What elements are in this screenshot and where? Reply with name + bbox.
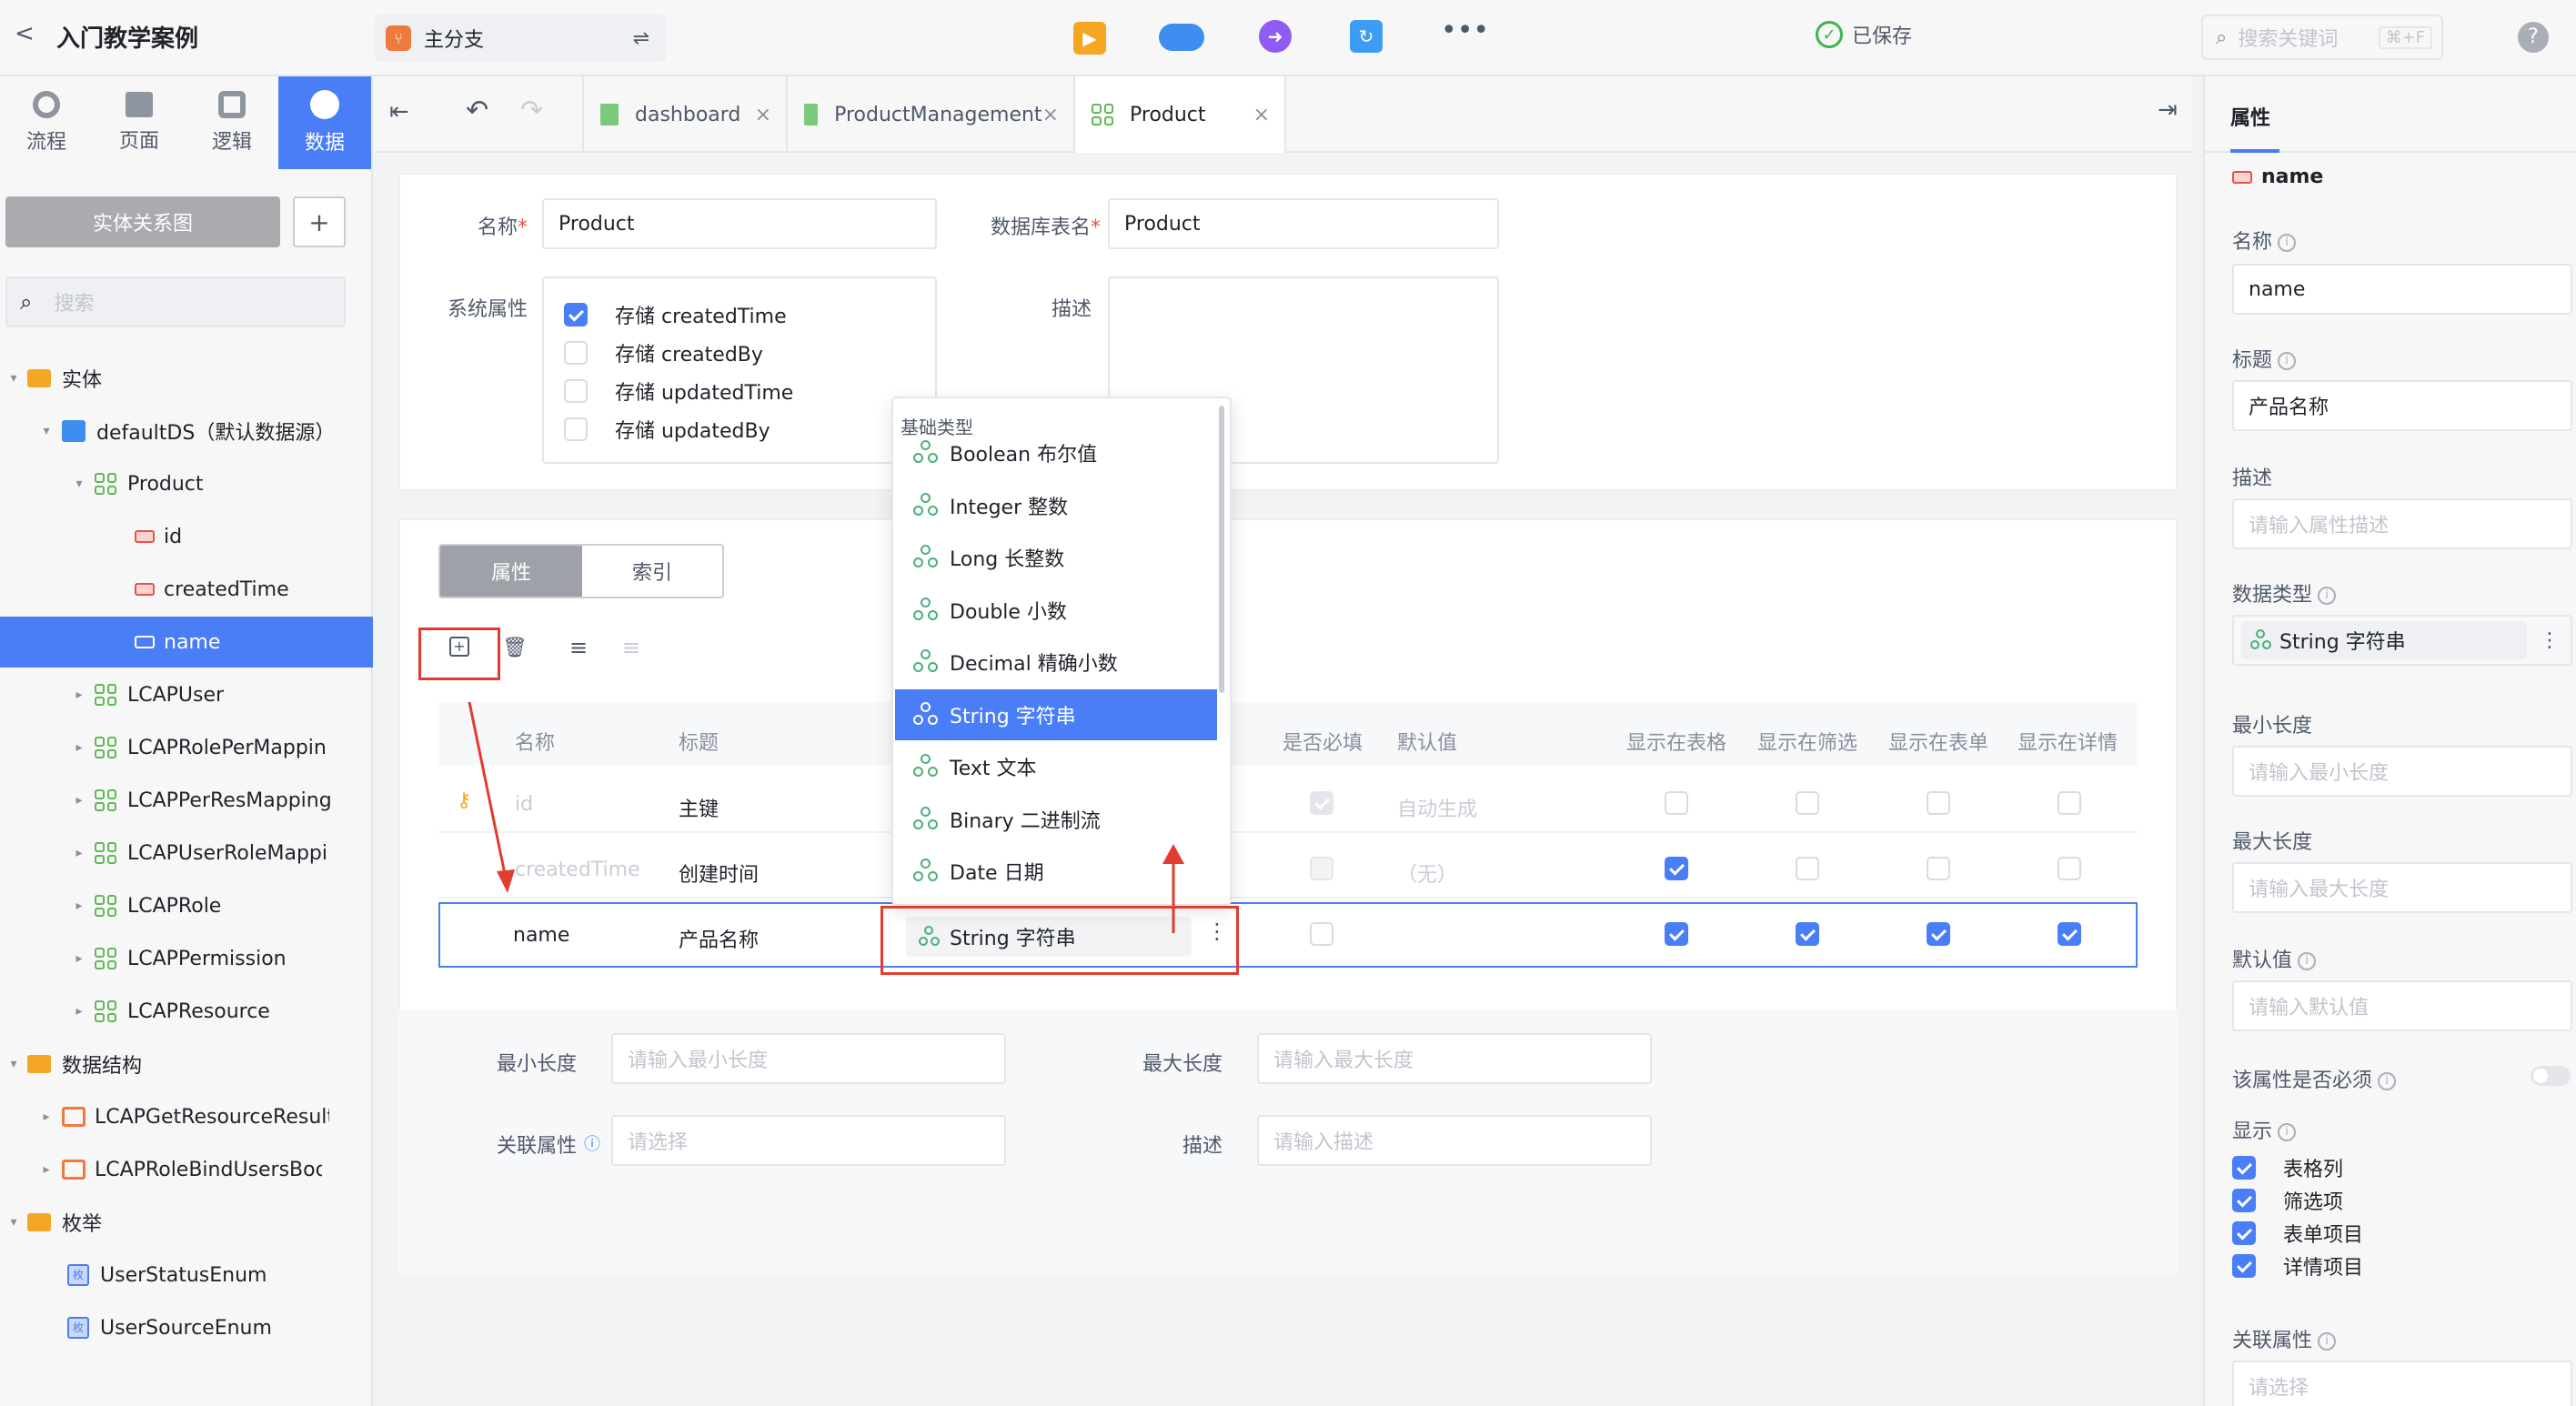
panel-relation-select[interactable]: 请选择: [2232, 1361, 2572, 1406]
more-vertical-icon[interactable]: ⋮: [2540, 629, 2560, 652]
panel-desc-label: 描述: [2232, 467, 2273, 490]
checkbox[interactable]: [2232, 1156, 2256, 1180]
display-option-filter[interactable]: 筛选项: [2232, 1186, 2343, 1215]
display-option-form[interactable]: 表单项目: [2232, 1219, 2363, 1248]
prop-name: name: [2261, 166, 2324, 188]
option-label: 详情项目: [2283, 1257, 2364, 1280]
panel-required-label: 该属性是否必须 i: [2232, 1064, 2397, 1093]
annotation-arrows: [468, 701, 1184, 933]
checkbox[interactable]: [2232, 1254, 2256, 1278]
option-label: 表单项目: [2283, 1224, 2364, 1247]
panel-title-input[interactable]: 产品名称: [2232, 380, 2572, 431]
panel-display-label: 显示 i: [2232, 1115, 2297, 1144]
panel-title-label: 标题 i: [2232, 344, 2297, 373]
display-option-detail[interactable]: 详情项目: [2232, 1251, 2363, 1280]
property-icon: [2232, 170, 2252, 184]
checkbox[interactable]: [2232, 1221, 2256, 1245]
checkbox[interactable]: [2232, 1189, 2256, 1212]
option-label: 表格列: [2283, 1159, 2344, 1181]
data-type-icon: [2250, 629, 2272, 651]
panel-name-label: 名称 i: [2232, 226, 2297, 255]
panel-min-label: 最小长度: [2232, 715, 2313, 738]
panel-relation-label: 关联属性 i: [2232, 1324, 2337, 1353]
panel-title-underline: [2230, 149, 2279, 153]
display-option-table[interactable]: 表格列: [2232, 1153, 2343, 1182]
panel-max-input[interactable]: 请输入最大长度: [2232, 862, 2572, 913]
panel-title: 属性: [2230, 107, 2271, 130]
panel-desc-input[interactable]: 请输入属性描述: [2232, 498, 2572, 549]
panel-min-input[interactable]: 请输入最小长度: [2232, 746, 2572, 797]
option-label: 筛选项: [2283, 1191, 2344, 1214]
required-toggle[interactable]: [2531, 1066, 2571, 1086]
property-panel: 属性 name 名称 i name 标题 i 产品名称 描述 请输入属性描述 数据类…: [2203, 76, 2576, 1406]
panel-default-input[interactable]: 请输入默认值: [2232, 980, 2572, 1031]
panel-default-label: 默认值 i: [2232, 944, 2317, 973]
panel-type-select[interactable]: String 字符串 ⋮: [2232, 615, 2572, 666]
panel-max-label: 最大长度: [2232, 831, 2313, 854]
panel-type-label: 数据类型 i: [2232, 578, 2337, 608]
panel-prop-header: name: [2232, 166, 2323, 188]
panel-name-input[interactable]: name: [2232, 264, 2572, 315]
panel-type-value: String 字符串: [2279, 631, 2406, 654]
